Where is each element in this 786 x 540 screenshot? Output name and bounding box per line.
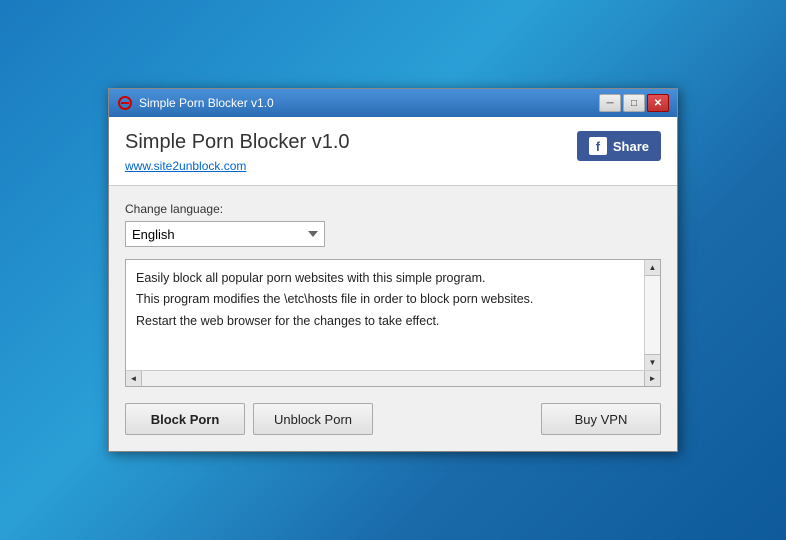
description-text: Easily block all popular porn websites w… [126,260,644,370]
minimize-button[interactable]: ─ [599,94,621,112]
description-line2: This program modifies the \etc\hosts fil… [136,289,634,310]
header-left: Simple Porn Blocker v1.0 www.site2unbloc… [125,131,350,173]
horizontal-scrollbar[interactable]: ◄ ► [126,370,660,386]
app-icon [117,95,133,111]
scroll-left-arrow[interactable]: ◄ [126,371,142,387]
main-window: Simple Porn Blocker v1.0 ─ □ ✕ Simple Po… [108,88,678,452]
language-select[interactable]: English Spanish French German Portuguese [125,221,325,247]
title-bar: Simple Porn Blocker v1.0 ─ □ ✕ [109,89,677,117]
description-area: Easily block all popular porn websites w… [125,259,661,387]
facebook-share-button[interactable]: f Share [577,131,661,161]
window-title: Simple Porn Blocker v1.0 [139,96,274,110]
window-body: Change language: English Spanish French … [109,186,677,451]
description-line3: Restart the web browser for the changes … [136,311,634,332]
website-link[interactable]: www.site2unblock.com [125,159,246,173]
scroll-track [645,276,660,354]
close-button[interactable]: ✕ [647,94,669,112]
action-buttons: Block Porn Unblock Porn Buy VPN [125,403,661,435]
scroll-down-arrow[interactable]: ▼ [645,354,660,370]
buy-vpn-button[interactable]: Buy VPN [541,403,661,435]
facebook-icon: f [589,137,607,155]
block-porn-button[interactable]: Block Porn [125,403,245,435]
title-bar-left: Simple Porn Blocker v1.0 [117,95,274,111]
description-line1: Easily block all popular porn websites w… [136,268,634,289]
vertical-scrollbar[interactable]: ▲ ▼ [644,260,660,370]
language-label: Change language: [125,202,661,216]
share-label: Share [613,139,649,154]
scroll-right-arrow[interactable]: ► [644,371,660,387]
title-bar-buttons: ─ □ ✕ [599,94,669,112]
unblock-porn-button[interactable]: Unblock Porn [253,403,373,435]
description-inner: Easily block all popular porn websites w… [126,260,660,370]
maximize-button[interactable]: □ [623,94,645,112]
app-title: Simple Porn Blocker v1.0 [125,131,350,154]
window-header: Simple Porn Blocker v1.0 www.site2unbloc… [109,117,677,186]
scroll-up-arrow[interactable]: ▲ [645,260,660,276]
language-section: Change language: English Spanish French … [125,202,661,247]
